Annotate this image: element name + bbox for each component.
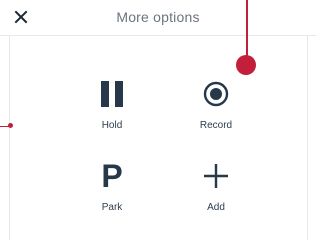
hold-label: Hold [101, 120, 123, 131]
divider [307, 36, 308, 240]
park-icon: P [72, 160, 152, 192]
more-options-panel: More options Hold Record P Park Add [0, 0, 316, 240]
record-icon [176, 78, 256, 110]
record-button[interactable]: Record [176, 78, 256, 148]
record-label: Record [199, 120, 233, 131]
callout-marker [236, 55, 256, 75]
hold-button[interactable]: Hold [72, 78, 152, 148]
callout-line [246, 0, 248, 58]
panel-header: More options [0, 0, 316, 36]
park-button[interactable]: P Park [72, 160, 152, 230]
park-label: Park [101, 202, 123, 213]
add-label: Add [207, 202, 225, 213]
pause-icon [72, 78, 152, 110]
park-glyph: P [101, 158, 123, 194]
divider [9, 36, 10, 240]
add-button[interactable]: Add [176, 160, 256, 230]
callout-marker [8, 123, 13, 128]
plus-icon [176, 160, 256, 192]
page-title: More options [116, 9, 200, 25]
